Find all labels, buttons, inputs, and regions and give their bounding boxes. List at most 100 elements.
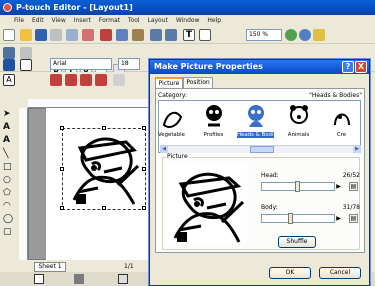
- text-box-icon[interactable]: A: [3, 74, 15, 86]
- freehand-tool-icon[interactable]: ◯: [3, 215, 13, 224]
- zoom-in-icon[interactable]: [285, 29, 297, 41]
- menu-insert[interactable]: Insert: [74, 15, 91, 26]
- heads-bodies-thumbnail-icon: [248, 105, 264, 127]
- undo-icon[interactable]: [150, 29, 162, 41]
- head-next-arrow-icon[interactable]: ▶: [335, 182, 342, 191]
- window-title-bar: P-touch Editor - [Layout1]: [0, 0, 375, 15]
- head-slider-thumb[interactable]: [295, 181, 300, 192]
- polygon-tool-icon[interactable]: ⬠: [3, 189, 12, 198]
- menu-layout[interactable]: Layout: [147, 15, 167, 26]
- align-right-icon[interactable]: [80, 74, 92, 86]
- category-item-vegetable[interactable]: Vegetable: [153, 103, 190, 143]
- font-select[interactable]: Arial: [50, 58, 112, 70]
- resize-handle[interactable]: [60, 206, 64, 210]
- category-item-label: Heads & Bodies: [237, 132, 274, 138]
- scroll-left-icon[interactable]: ◀: [160, 146, 168, 153]
- rectangle-tool-icon[interactable]: □: [3, 163, 12, 172]
- print-icon[interactable]: [50, 29, 62, 41]
- resize-handle[interactable]: [142, 206, 146, 210]
- sheet-tab[interactable]: Sheet 1: [34, 262, 66, 272]
- picture-preview: [167, 164, 247, 244]
- bottom-frame-icon[interactable]: [118, 274, 128, 284]
- menu-bar: File Edit View Insert Format Tool Layout…: [0, 15, 375, 26]
- font-size-select[interactable]: 18: [118, 58, 140, 70]
- tool-palette: ➤ A A ╲ □ ○ ⬠ ◠ ◯ ▢: [0, 110, 14, 260]
- vertical-text-icon[interactable]: [113, 74, 125, 86]
- bottom-picture-icon[interactable]: [74, 274, 84, 284]
- head-list-icon[interactable]: ▤: [349, 182, 358, 191]
- tab-position[interactable]: Position: [183, 77, 213, 88]
- body-slider-thumb[interactable]: [288, 213, 293, 224]
- ok-button[interactable]: OK: [269, 267, 311, 279]
- head-slider[interactable]: [261, 181, 335, 192]
- resize-handle[interactable]: [60, 167, 64, 171]
- body-slider[interactable]: [261, 213, 335, 224]
- close-button[interactable]: X: [355, 61, 367, 73]
- help-button[interactable]: ?: [342, 61, 354, 73]
- menu-edit[interactable]: Edit: [32, 15, 44, 26]
- animals-thumbnail-icon: [290, 105, 308, 124]
- shuffle-button[interactable]: Shuffle: [278, 236, 316, 248]
- menu-help[interactable]: Help: [207, 15, 221, 26]
- tab-picture[interactable]: Picture: [155, 77, 183, 88]
- menu-format[interactable]: Format: [99, 15, 120, 26]
- text-tool-icon[interactable]: A: [3, 123, 12, 132]
- align-center-icon[interactable]: [65, 74, 77, 86]
- app-icon: [3, 3, 12, 12]
- align-left-icon[interactable]: [50, 74, 62, 86]
- help-pointer-icon[interactable]: [313, 29, 325, 41]
- body-next-arrow-icon[interactable]: ▶: [335, 214, 342, 223]
- new-file-icon[interactable]: [3, 29, 15, 41]
- print-preview-icon[interactable]: [66, 29, 78, 41]
- body-list-icon[interactable]: ▤: [349, 214, 358, 223]
- frame-dock-icon[interactable]: [20, 59, 32, 71]
- category-item-profiles[interactable]: Profiles: [195, 103, 232, 143]
- resize-handle[interactable]: [60, 126, 64, 130]
- vegetable-thumbnail-icon: [162, 111, 183, 128]
- category-scrollbar[interactable]: ◀ ▶: [160, 145, 361, 153]
- profiles-thumbnail-icon: [206, 105, 222, 127]
- line-tool-icon[interactable]: ╲: [3, 150, 12, 159]
- redo-icon[interactable]: [165, 29, 177, 41]
- scroll-thumb[interactable]: [250, 146, 274, 153]
- resize-handle[interactable]: [142, 126, 146, 130]
- zoom-select[interactable]: 150 %: [246, 29, 282, 41]
- menu-file[interactable]: File: [14, 15, 24, 26]
- cut-icon[interactable]: [100, 29, 112, 41]
- save-icon[interactable]: [35, 29, 47, 41]
- scroll-right-icon[interactable]: ▶: [353, 146, 361, 153]
- zoom-out-icon[interactable]: [299, 29, 311, 41]
- category-item-heads-bodies[interactable]: Heads & Bodies: [237, 103, 274, 143]
- layout-icon[interactable]: [82, 29, 94, 41]
- resize-handle[interactable]: [102, 206, 106, 210]
- arc-tool-icon[interactable]: ◠: [3, 202, 12, 211]
- select-arrow-icon[interactable]: ➤: [3, 110, 12, 119]
- resize-handle[interactable]: [102, 126, 106, 130]
- frame-icon[interactable]: [199, 29, 211, 41]
- category-item-label: Animals: [287, 132, 310, 138]
- menu-view[interactable]: View: [52, 15, 66, 26]
- layout-dock-icon[interactable]: [3, 59, 15, 71]
- text-icon[interactable]: T: [183, 29, 195, 41]
- vertical-ruler: [19, 108, 28, 260]
- paste-icon[interactable]: [132, 29, 144, 41]
- open-folder-icon[interactable]: [20, 29, 32, 41]
- menu-tool[interactable]: Tool: [128, 15, 140, 26]
- frame-tool-icon[interactable]: ▢: [3, 228, 12, 237]
- category-list[interactable]: Vegetable Profiles Heads & Bodies Animal…: [158, 100, 361, 153]
- menu-window[interactable]: Window: [176, 15, 200, 26]
- category-label: Category:: [158, 92, 187, 99]
- align-toolbar: A: [0, 72, 150, 99]
- category-item-creatures[interactable]: Cre: [323, 103, 359, 143]
- ellipse-tool-icon[interactable]: ○: [3, 176, 12, 185]
- paper-icon[interactable]: [20, 47, 32, 59]
- vertical-text-tool-icon[interactable]: A: [3, 136, 12, 145]
- selection-frame[interactable]: [60, 126, 146, 210]
- cancel-button[interactable]: Cancel: [319, 267, 361, 279]
- justify-icon[interactable]: [95, 74, 107, 86]
- resize-handle[interactable]: [142, 167, 146, 171]
- bottom-tool-icon[interactable]: [34, 274, 44, 284]
- category-item-animals[interactable]: Animals: [280, 103, 317, 143]
- property-dock-icon[interactable]: [3, 47, 15, 59]
- copy-icon[interactable]: [116, 29, 128, 41]
